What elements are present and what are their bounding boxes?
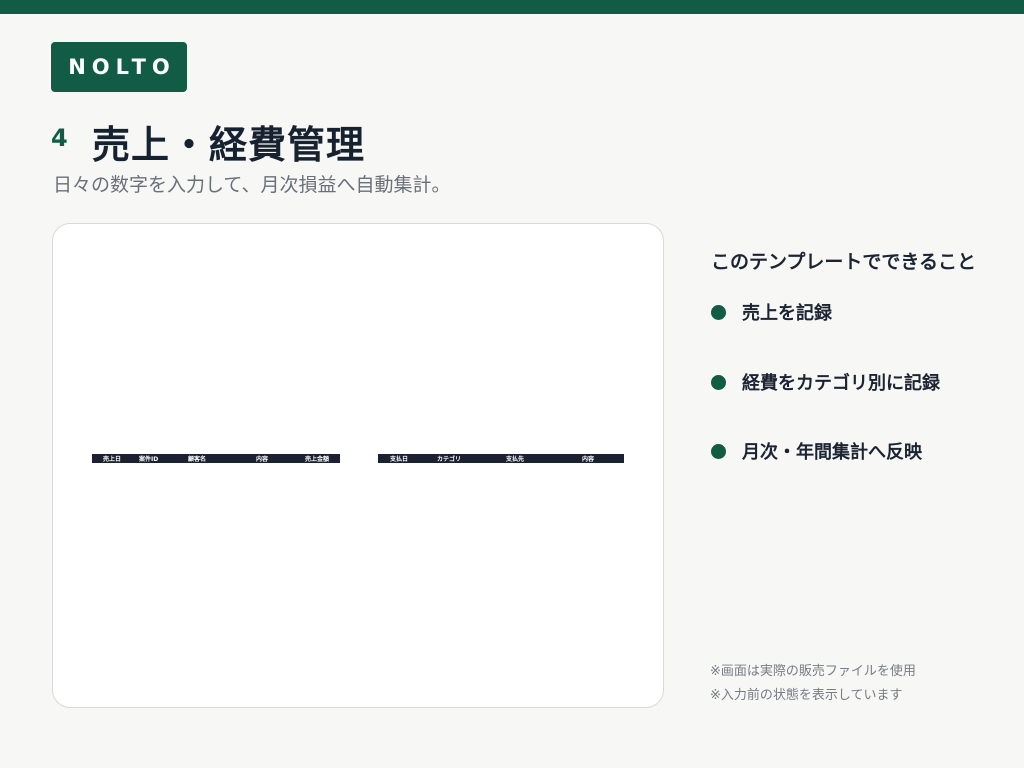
spreadsheet-preview: 売上日 案件ID 顧客名 内容 売上金額 支払日 カテゴリ 支払先 内容 xyxy=(52,223,664,708)
section-number: 4 xyxy=(51,124,68,152)
page-title: 売上・経費管理 xyxy=(92,123,366,167)
column-header: 支払先 xyxy=(506,456,525,463)
feature-label: 月次・年間集計へ反映 xyxy=(742,442,922,463)
column-header: 案件ID xyxy=(139,456,159,463)
sales-table-header: 売上日 案件ID 顧客名 内容 売上金額 xyxy=(92,454,340,463)
feature-item: 月次・年間集計へ反映 xyxy=(711,438,922,464)
column-header: 支払日 xyxy=(390,456,409,463)
feature-label: 経費をカテゴリ別に記録 xyxy=(742,373,940,394)
feature-item: 経費をカテゴリ別に記録 xyxy=(711,369,940,395)
expense-table-header: 支払日 カテゴリ 支払先 内容 xyxy=(378,454,624,463)
bullet-dot-icon xyxy=(711,443,726,459)
column-header: 内容 xyxy=(256,456,269,463)
footnote: ※入力前の状態を表示しています xyxy=(710,688,903,703)
footnote: ※画面は実際の販売ファイルを使用 xyxy=(710,664,916,679)
top-accent-bar xyxy=(0,0,1024,14)
bullet-dot-icon xyxy=(711,304,726,320)
column-header: 売上金額 xyxy=(305,456,330,463)
feature-label: 売上を記録 xyxy=(742,303,832,324)
nolto-logo: NOLTO xyxy=(51,42,187,92)
bullet-dot-icon xyxy=(711,374,726,390)
features-heading: このテンプレートでできること xyxy=(711,251,977,273)
column-header: カテゴリ xyxy=(437,456,462,463)
column-header: 売上日 xyxy=(103,456,122,463)
column-header: 顧客名 xyxy=(188,456,207,463)
column-header: 内容 xyxy=(582,456,595,463)
page-subtitle: 日々の数字を入力して、月次損益へ自動集計。 xyxy=(53,174,451,196)
feature-item: 売上を記録 xyxy=(711,299,832,325)
